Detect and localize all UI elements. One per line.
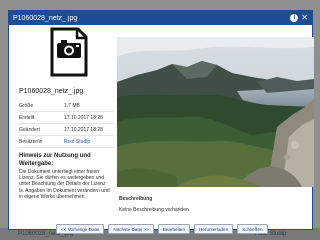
- meta-row-created: Erstellt 17.10.2017 18:28: [19, 111, 114, 124]
- file-metadata-table: Größe 1,7 MB Erstellt 17.10.2017 18:28 G…: [19, 100, 114, 148]
- edit-button[interactable]: Bearbeiten: [157, 224, 191, 234]
- image-preview: [117, 37, 314, 187]
- meta-key: Geändert: [19, 123, 64, 136]
- meta-row-owner: Besitzer/in Root Studip: [19, 135, 114, 148]
- meta-value: 1,7 MB: [64, 100, 114, 112]
- previous-file-button[interactable]: << Vorherige Datei: [56, 224, 105, 234]
- dialog-titlebar: P1060028_netz_.jpg i ✕: [9, 11, 312, 25]
- download-button[interactable]: Herunterladen: [194, 224, 234, 234]
- meta-value: 17.10.2017 18:28: [64, 123, 114, 136]
- close-icon[interactable]: ✕: [301, 14, 308, 22]
- meta-key: Erstellt: [19, 111, 64, 124]
- meta-row-size: Größe 1,7 MB: [19, 100, 114, 112]
- info-icon[interactable]: i: [290, 14, 299, 22]
- dialog-button-row: << Vorherige Datei Nächste Datei >> Bear…: [56, 224, 268, 234]
- close-button[interactable]: Schließen: [237, 224, 268, 234]
- file-details-dialog: P1060028_netz_.jpg i ✕ P1060028_netz_.jp…: [8, 10, 314, 234]
- dialog-title: P1060028_netz_.jpg: [13, 14, 78, 22]
- description-text: Keine Beschreibung vorhanden: [119, 207, 189, 213]
- meta-key: Besitzer/in: [19, 135, 64, 148]
- file-name: P1060028_netz_.jpg: [19, 88, 84, 95]
- license-notice-text: Die Dokument unterliegt einer freien Liz…: [19, 169, 110, 200]
- owner-link[interactable]: Root Studip: [64, 135, 114, 148]
- meta-value: 17.10.2017 18:28: [64, 111, 114, 124]
- image-file-icon: [50, 27, 88, 77]
- meta-key: Größe: [19, 100, 64, 112]
- meta-row-modified: Geändert 17.10.2017 18:28: [19, 123, 114, 136]
- description-label: Beschreibung: [119, 196, 153, 202]
- license-notice-title: Hinweis zur Nutzung und Weitergabe:: [19, 153, 91, 167]
- next-file-button[interactable]: Nächste Datei >>: [108, 224, 154, 234]
